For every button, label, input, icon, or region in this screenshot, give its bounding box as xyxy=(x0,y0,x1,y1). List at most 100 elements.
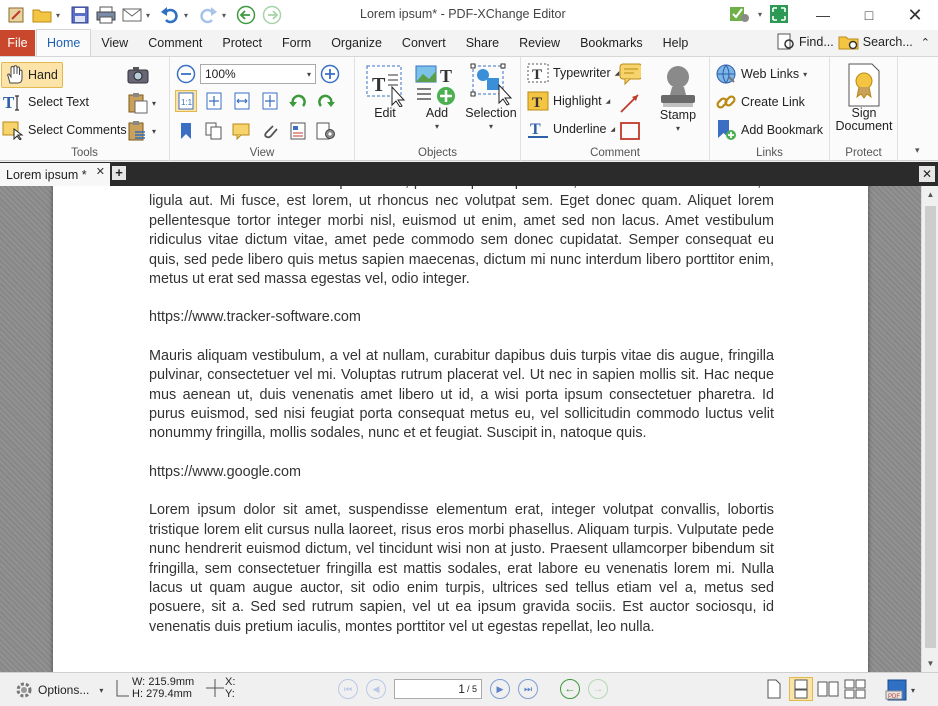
svg-text:PDF: PDF xyxy=(888,694,900,700)
clipboard-dropdown-icon[interactable]: ▾ xyxy=(152,127,156,136)
print-icon[interactable] xyxy=(94,4,118,26)
zoom-out-icon[interactable] xyxy=(176,64,196,84)
options-button[interactable]: Options... ▾ xyxy=(14,680,103,700)
bookmarks-panel-icon[interactable] xyxy=(175,120,197,142)
thumbnails-panel-icon[interactable] xyxy=(203,120,225,142)
paste-dropdown-icon[interactable]: ▾ xyxy=(152,99,156,108)
next-page-icon[interactable]: ▶ xyxy=(490,679,510,699)
fit-width-icon[interactable] xyxy=(231,90,253,112)
highlight-button[interactable]: T Highlight ◢ xyxy=(527,91,610,111)
save-icon[interactable] xyxy=(68,4,92,26)
underline-icon: T xyxy=(528,121,548,138)
email-icon[interactable] xyxy=(120,4,144,26)
redo-dropdown-icon[interactable]: ▾ xyxy=(222,11,230,20)
rotate-right-icon[interactable] xyxy=(315,90,337,112)
zoom-in-icon[interactable] xyxy=(320,64,340,84)
ribbon-options-icon[interactable]: ▾ xyxy=(915,145,920,156)
fit-visible-icon[interactable] xyxy=(259,90,281,112)
continuous-facing-view-icon[interactable] xyxy=(843,677,867,701)
search-button[interactable]: Search... xyxy=(838,33,913,51)
tab-share[interactable]: Share xyxy=(456,30,509,56)
arrow-annotation-icon[interactable] xyxy=(619,92,641,114)
scroll-up-icon[interactable]: ▲ xyxy=(922,186,938,203)
rotate-left-icon[interactable] xyxy=(287,90,309,112)
facing-view-icon[interactable] xyxy=(816,677,840,701)
vertical-scrollbar[interactable]: ▲ ▼ xyxy=(921,186,938,672)
email-dropdown-icon[interactable]: ▾ xyxy=(146,11,154,20)
previous-view-icon[interactable]: ← xyxy=(560,679,580,699)
document-tab[interactable]: Lorem ipsum * ✕ xyxy=(0,163,110,186)
tab-comment[interactable]: Comment xyxy=(138,30,212,56)
last-page-icon[interactable]: ⏭ xyxy=(518,679,538,699)
first-page-icon[interactable]: ⏮ xyxy=(338,679,358,699)
forward-nav-icon[interactable] xyxy=(260,4,284,26)
undo-icon[interactable] xyxy=(158,4,182,26)
tab-protect[interactable]: Protect xyxy=(212,30,272,56)
edit-button[interactable]: T Edit xyxy=(359,63,411,120)
hyperlink[interactable]: https://www.tracker-software.com xyxy=(149,308,774,327)
previous-page-icon[interactable]: ◀ xyxy=(366,679,386,699)
add-button[interactable]: T Add ▾ xyxy=(413,63,461,133)
continuous-view-icon[interactable] xyxy=(789,677,813,701)
tab-home[interactable]: Home xyxy=(36,29,92,56)
typewriter-button[interactable]: T Typewriter ◢ xyxy=(527,63,619,83)
minimize-icon[interactable]: — xyxy=(800,0,846,30)
stamp-dropdown-icon: ▾ xyxy=(675,124,680,133)
single-page-view-icon[interactable] xyxy=(762,677,786,701)
document-view[interactable]: tellus amet iaculibus ullamcorper labore… xyxy=(0,186,921,672)
stamp-button[interactable]: Stamp ▾ xyxy=(651,63,705,135)
sign-document-button[interactable]: Sign Document xyxy=(834,63,894,133)
web-links-button[interactable]: Web Links ▾ xyxy=(715,63,807,85)
tab-review[interactable]: Review xyxy=(509,30,570,56)
rectangle-annotation-icon[interactable] xyxy=(619,120,641,142)
close-tab-icon[interactable]: ✕ xyxy=(96,165,105,178)
next-view-icon[interactable]: → xyxy=(588,679,608,699)
tab-form[interactable]: Form xyxy=(272,30,321,56)
hand-tool-button[interactable]: Hand xyxy=(1,62,63,88)
tab-file[interactable]: File xyxy=(0,30,35,56)
collapse-ribbon-icon[interactable]: ⌃ xyxy=(921,36,930,49)
actual-size-icon[interactable]: 1:1 xyxy=(175,90,197,112)
clipboard-options-button[interactable]: ▾ xyxy=(126,120,156,142)
tab-convert[interactable]: Convert xyxy=(392,30,456,56)
maximize-icon[interactable]: □ xyxy=(846,0,892,30)
settings-dropdown-icon[interactable]: ▾ xyxy=(758,10,762,19)
tab-help[interactable]: Help xyxy=(653,30,699,56)
zoom-select[interactable]: 100% ▾ xyxy=(200,64,316,84)
open-dropdown-icon[interactable]: ▾ xyxy=(56,11,64,20)
attachments-panel-icon[interactable] xyxy=(259,120,281,142)
properties-panel-icon[interactable] xyxy=(287,120,309,142)
select-comments-button[interactable]: Select Comments xyxy=(2,120,127,140)
create-link-button[interactable]: Create Link xyxy=(715,91,805,113)
open-folder-icon[interactable] xyxy=(30,4,54,26)
underline-button[interactable]: T Underline ◢ xyxy=(527,119,615,139)
pdf-tools-button[interactable]: PDF ▾ xyxy=(885,679,915,701)
tab-organize[interactable]: Organize xyxy=(321,30,392,56)
redo-icon[interactable] xyxy=(196,4,220,26)
pdf-page[interactable]: tellus amet iaculibus ullamcorper labore… xyxy=(53,186,868,672)
new-tab-icon[interactable]: + xyxy=(112,166,126,180)
scroll-down-icon[interactable]: ▼ xyxy=(922,655,938,672)
y-label: Y: xyxy=(225,688,235,700)
scroll-thumb[interactable] xyxy=(925,206,936,648)
snapshot-icon[interactable] xyxy=(127,64,149,86)
sticky-note-icon[interactable] xyxy=(619,63,641,85)
page-settings-icon[interactable] xyxy=(315,120,337,142)
add-bookmark-button[interactable]: Add Bookmark xyxy=(715,119,823,141)
page-number-field[interactable]: 1 / 5 xyxy=(394,679,482,699)
comments-panel-icon[interactable] xyxy=(231,120,253,142)
paste-button[interactable]: ▾ xyxy=(126,92,156,114)
close-icon[interactable]: ✕ xyxy=(892,0,938,30)
back-nav-icon[interactable] xyxy=(234,4,258,26)
fullscreen-icon[interactable] xyxy=(768,3,790,25)
tab-view[interactable]: View xyxy=(91,30,138,56)
settings-check-icon[interactable] xyxy=(728,3,752,25)
fit-page-icon[interactable] xyxy=(203,90,225,112)
find-button[interactable]: Find... xyxy=(776,33,834,51)
undo-dropdown-icon[interactable]: ▾ xyxy=(184,11,192,20)
select-text-button[interactable]: T Select Text xyxy=(2,92,89,112)
hyperlink[interactable]: https://www.google.com xyxy=(149,463,774,482)
close-document-icon[interactable]: ✕ xyxy=(919,166,935,182)
selection-button[interactable]: Selection ▾ xyxy=(463,63,519,133)
tab-bookmarks[interactable]: Bookmarks xyxy=(570,30,653,56)
